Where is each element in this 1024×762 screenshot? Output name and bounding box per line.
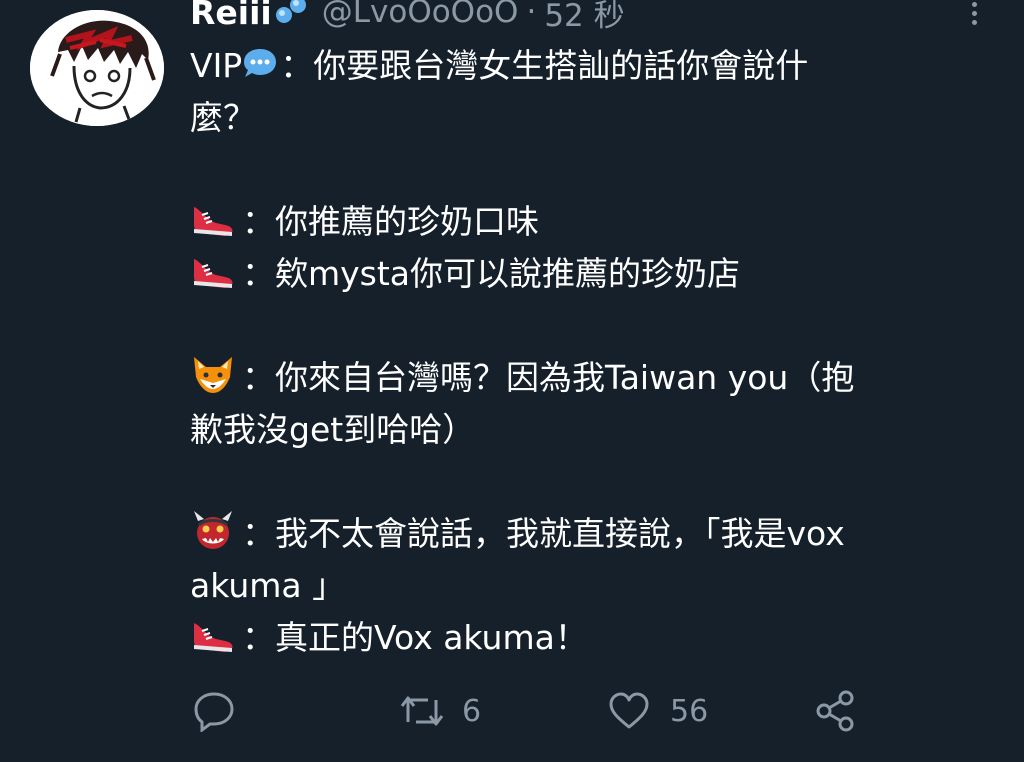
tweet-header: Reiii @LvoOoOoO · 52 秒: [190, 0, 625, 34]
tweet-line-text: ：欸mysta你可以說推薦的珍奶店: [242, 254, 741, 293]
tweet-line: akuma 」: [190, 560, 345, 612]
retweet-count: 6: [462, 693, 482, 729]
speech-bubble-icon: [242, 44, 278, 80]
avatar[interactable]: [30, 10, 164, 126]
running-shoe-icon: [190, 615, 236, 655]
display-name[interactable]: Reiii: [190, 0, 272, 32]
retweet-button[interactable]: 6: [398, 692, 481, 730]
tweet-line-text: 麼？: [190, 98, 256, 137]
tweet-line-text: 歉我沒get到哈哈）: [190, 410, 476, 449]
share-icon: [816, 690, 854, 732]
tweet-line: ：欸mysta你可以說推薦的珍奶店: [190, 248, 740, 300]
tweet-line: ：真正的Vox akuma！: [190, 612, 588, 664]
speaker-label: VIP: [190, 46, 243, 85]
reply-button[interactable]: [192, 690, 256, 732]
tweet-line-text: akuma 」: [190, 566, 346, 605]
running-shoe-icon: [190, 251, 236, 291]
avatar-drawing: [30, 10, 164, 126]
user-handle[interactable]: @LvoOoOoO: [322, 0, 519, 30]
fox-face-icon: [190, 355, 236, 395]
share-button[interactable]: [814, 690, 858, 732]
running-shoe-icon: [190, 199, 236, 239]
like-count: 56: [670, 693, 709, 729]
tweet-line-text: ：真正的Vox akuma！: [242, 618, 588, 657]
tweet-line: 歉我沒get到哈哈）: [190, 404, 475, 456]
separator-dot: ·: [526, 0, 537, 30]
tweet-line-text: ：你來自台灣嗎？因為我Taiwan you（抱: [242, 358, 855, 397]
tweet[interactable]: Reiii @LvoOoOoO · 52 秒 VIP ：你要跟台灣女生搭訕的話你會…: [0, 0, 1024, 762]
tweet-line: ：你推薦的珍奶口味: [190, 196, 539, 248]
tweet-line-text: ：我不太會說話，我就直接說，「我是vox: [242, 514, 845, 553]
tweet-line: ：我不太會說話，我就直接說，「我是vox: [190, 508, 845, 560]
tweet-line: ：你來自台灣嗎？因為我Taiwan you（抱: [190, 352, 854, 404]
timestamp[interactable]: 52 秒: [544, 0, 624, 35]
more-options-icon[interactable]: [962, 2, 986, 32]
sweat-droplets-icon: [274, 0, 310, 29]
tweet-actions: 6 56: [0, 688, 1024, 736]
tweet-line: 麼？: [190, 92, 256, 144]
reply-icon: [194, 692, 234, 732]
like-button[interactable]: 56: [608, 692, 708, 730]
heart-icon: [609, 692, 649, 729]
tweet-line: VIP ：你要跟台灣女生搭訕的話你會說什: [190, 40, 808, 92]
ogre-icon: [190, 511, 236, 551]
tweet-line-text: ：你推薦的珍奶口味: [242, 202, 539, 241]
tweet-line-text: ：你要跟台灣女生搭訕的話你會說什: [280, 46, 809, 85]
retweet-icon: [400, 696, 444, 726]
